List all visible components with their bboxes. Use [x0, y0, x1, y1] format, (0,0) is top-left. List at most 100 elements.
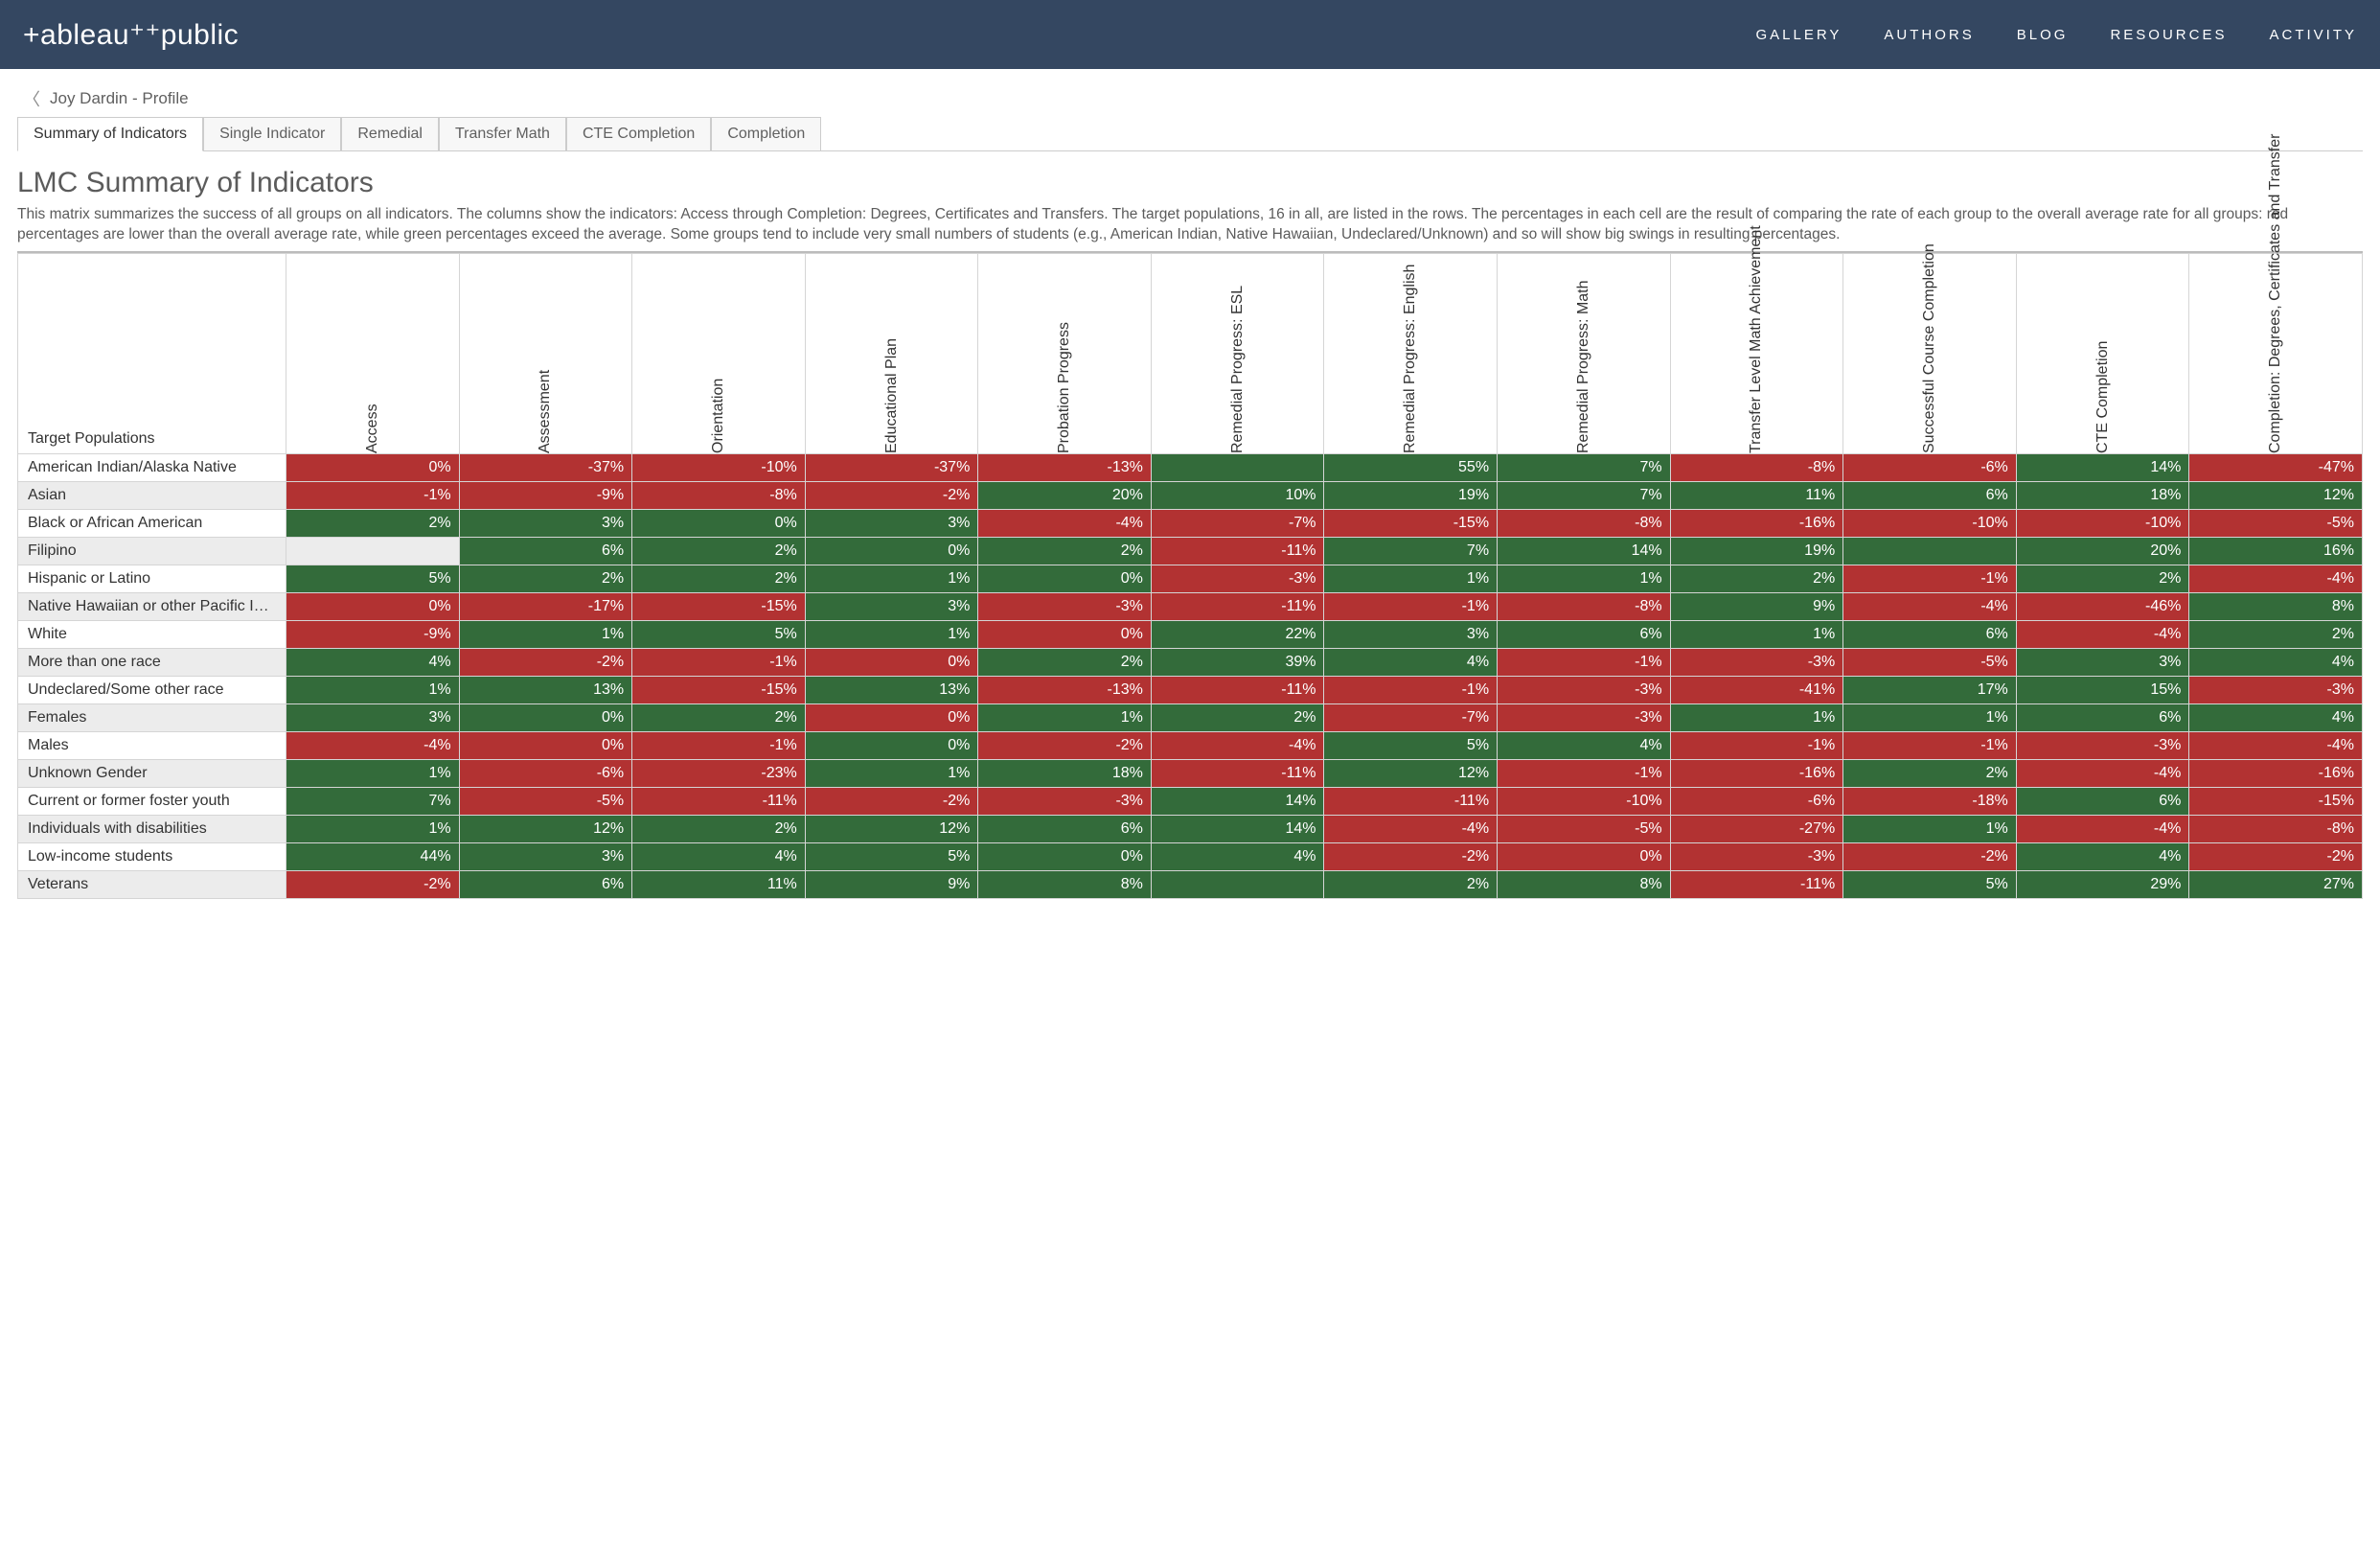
matrix-cell[interactable]: 1% [1670, 703, 1843, 731]
matrix-cell[interactable]: 2% [1151, 703, 1324, 731]
matrix-cell[interactable]: -6% [1670, 787, 1843, 815]
matrix-cell[interactable]: 19% [1324, 481, 1498, 509]
column-header[interactable]: Transfer Level Math Achievement [1670, 253, 1843, 453]
tab-summary-of-indicators[interactable]: Summary of Indicators [17, 117, 203, 151]
matrix-cell[interactable]: 12% [805, 815, 978, 842]
tab-cte-completion[interactable]: CTE Completion [566, 117, 711, 151]
matrix-cell[interactable]: -3% [2016, 731, 2189, 759]
matrix-cell[interactable]: 6% [1843, 481, 2017, 509]
matrix-cell[interactable]: 0% [459, 703, 632, 731]
matrix-cell[interactable]: -5% [1498, 815, 1671, 842]
matrix-cell[interactable] [1151, 453, 1324, 481]
matrix-cell[interactable]: -4% [2016, 759, 2189, 787]
matrix-cell[interactable]: 2% [2189, 620, 2363, 648]
matrix-cell[interactable]: -2% [1324, 842, 1498, 870]
matrix-cell[interactable]: 55% [1324, 453, 1498, 481]
matrix-cell[interactable]: -11% [1151, 537, 1324, 565]
column-header[interactable]: Assessment [459, 253, 632, 453]
tab-single-indicator[interactable]: Single Indicator [203, 117, 341, 151]
matrix-cell[interactable]: -4% [1151, 731, 1324, 759]
matrix-cell[interactable]: -2% [805, 481, 978, 509]
matrix-cell[interactable]: 4% [286, 648, 460, 676]
row-header[interactable]: Filipino [18, 537, 286, 565]
matrix-cell[interactable]: 0% [632, 509, 806, 537]
matrix-cell[interactable]: -1% [1498, 648, 1671, 676]
matrix-cell[interactable]: -3% [1498, 676, 1671, 703]
matrix-cell[interactable]: -4% [2016, 620, 2189, 648]
matrix-cell[interactable]: 9% [1670, 592, 1843, 620]
matrix-cell[interactable]: 1% [459, 620, 632, 648]
matrix-cell[interactable]: 0% [978, 565, 1152, 592]
matrix-cell[interactable]: -11% [1151, 759, 1324, 787]
matrix-cell[interactable]: 1% [286, 759, 460, 787]
matrix-cell[interactable]: 4% [1498, 731, 1671, 759]
matrix-cell[interactable]: -1% [1843, 565, 2017, 592]
matrix-cell[interactable]: -11% [1151, 676, 1324, 703]
column-header[interactable]: Completion: Degrees, Certificates and Tr… [2189, 253, 2363, 453]
matrix-cell[interactable]: -37% [459, 453, 632, 481]
row-header[interactable]: Undeclared/Some other race [18, 676, 286, 703]
matrix-cell[interactable]: 2% [1843, 759, 2017, 787]
matrix-cell[interactable]: -2% [286, 870, 460, 898]
matrix-cell[interactable]: -16% [1670, 509, 1843, 537]
matrix-cell[interactable]: 5% [1324, 731, 1498, 759]
matrix-cell[interactable]: 3% [1324, 620, 1498, 648]
matrix-cell[interactable]: 22% [1151, 620, 1324, 648]
matrix-cell[interactable]: -10% [2016, 509, 2189, 537]
matrix-cell[interactable]: 2% [632, 703, 806, 731]
matrix-cell[interactable]: -4% [2189, 565, 2363, 592]
matrix-cell[interactable]: 1% [1670, 620, 1843, 648]
matrix-cell[interactable]: -27% [1670, 815, 1843, 842]
matrix-cell[interactable]: 7% [1324, 537, 1498, 565]
matrix-cell[interactable]: 14% [1151, 815, 1324, 842]
matrix-cell[interactable]: 17% [1843, 676, 2017, 703]
matrix-cell[interactable]: 11% [632, 870, 806, 898]
matrix-cell[interactable]: -1% [1498, 759, 1671, 787]
matrix-cell[interactable]: 29% [2016, 870, 2189, 898]
matrix-cell[interactable]: 7% [1498, 481, 1671, 509]
matrix-cell[interactable]: -8% [1498, 509, 1671, 537]
row-header[interactable]: Asian [18, 481, 286, 509]
column-header[interactable]: Educational Plan [805, 253, 978, 453]
matrix-cell[interactable]: -13% [978, 676, 1152, 703]
brand-logo[interactable]: +ableau⁺⁺public [23, 18, 239, 52]
row-header[interactable]: Hispanic or Latino [18, 565, 286, 592]
row-header[interactable]: More than one race [18, 648, 286, 676]
matrix-cell[interactable] [1151, 870, 1324, 898]
matrix-cell[interactable]: 14% [2016, 453, 2189, 481]
matrix-cell[interactable]: -16% [1670, 759, 1843, 787]
matrix-cell[interactable]: -16% [2189, 759, 2363, 787]
matrix-cell[interactable]: 3% [805, 509, 978, 537]
breadcrumb[interactable]: 〈 Joy Dardin - Profile [0, 69, 2380, 117]
matrix-cell[interactable]: 0% [978, 842, 1152, 870]
matrix-cell[interactable]: 15% [2016, 676, 2189, 703]
matrix-cell[interactable]: -4% [1843, 592, 2017, 620]
matrix-cell[interactable]: 18% [2016, 481, 2189, 509]
matrix-cell[interactable]: 8% [1498, 870, 1671, 898]
matrix-cell[interactable]: 0% [805, 731, 978, 759]
matrix-cell[interactable]: -3% [1498, 703, 1671, 731]
matrix-cell[interactable]: -3% [978, 787, 1152, 815]
matrix-cell[interactable]: -10% [1498, 787, 1671, 815]
matrix-cell[interactable]: -1% [1324, 592, 1498, 620]
column-header[interactable]: Access [286, 253, 460, 453]
matrix-cell[interactable]: 0% [978, 620, 1152, 648]
matrix-cell[interactable]: 19% [1670, 537, 1843, 565]
nav-blog[interactable]: BLOG [2017, 27, 2069, 43]
nav-gallery[interactable]: GALLERY [1755, 27, 1842, 43]
matrix-cell[interactable]: 7% [286, 787, 460, 815]
matrix-cell[interactable]: 0% [286, 453, 460, 481]
matrix-cell[interactable]: -9% [459, 481, 632, 509]
matrix-cell[interactable]: 1% [286, 676, 460, 703]
matrix-cell[interactable]: 7% [1498, 453, 1671, 481]
matrix-cell[interactable]: -11% [1151, 592, 1324, 620]
matrix-cell[interactable]: 1% [978, 703, 1152, 731]
matrix-cell[interactable]: -1% [632, 731, 806, 759]
matrix-cell[interactable]: 6% [459, 870, 632, 898]
row-header[interactable]: Native Hawaiian or other Pacific Isla.. [18, 592, 286, 620]
matrix-cell[interactable]: -11% [632, 787, 806, 815]
matrix-cell[interactable]: 2% [286, 509, 460, 537]
matrix-cell[interactable]: -4% [2189, 731, 2363, 759]
matrix-cell[interactable]: 10% [1151, 481, 1324, 509]
matrix-cell[interactable]: 14% [1498, 537, 1671, 565]
